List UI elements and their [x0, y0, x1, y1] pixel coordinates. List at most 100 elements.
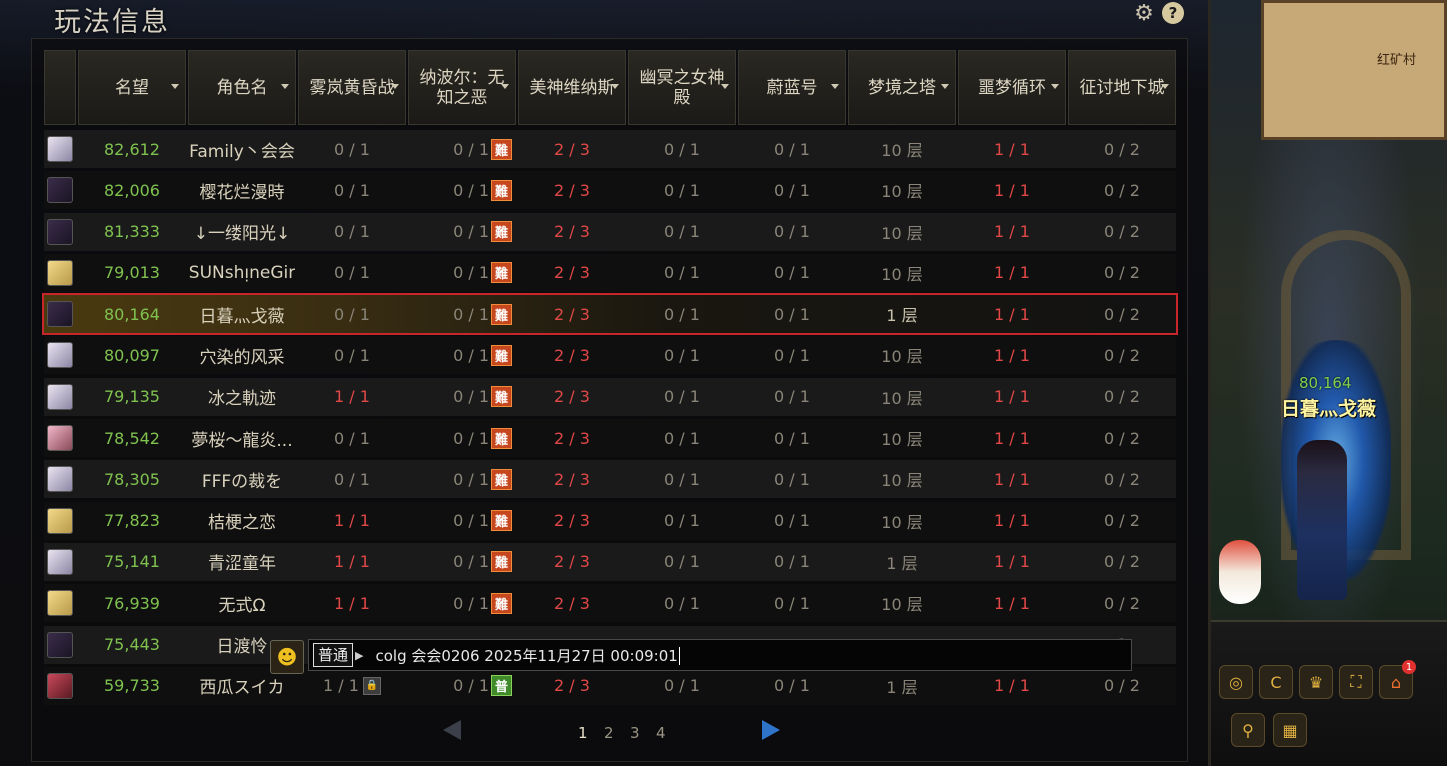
avatar: [47, 548, 73, 575]
minimap[interactable]: 红矿村: [1261, 0, 1447, 140]
table-row[interactable]: 81,333 ↓一缕阳光↓ 0 / 10 / 1難2 / 30 / 10 / 1 10…: [44, 212, 1176, 251]
chat-input[interactable]: 普通 ▶ colg 会会0206 2025年11月27日 00:09:01: [308, 639, 1132, 671]
table-row[interactable]: 79,013 SUNshᴉneGir 0 / 10 / 1難2 / 30 / 10 …: [44, 253, 1176, 292]
column-header-10[interactable]: 征讨地下城: [1068, 50, 1176, 125]
napole-cell: 0 / 1難: [408, 130, 516, 168]
chat-channel-button[interactable]: 普通: [313, 643, 354, 667]
next-page-icon[interactable]: [762, 720, 780, 740]
table-row[interactable]: 78,542 夢桜～龍炎... 0 / 10 / 1難2 / 30 / 10 / 1…: [44, 419, 1176, 458]
venus-value: 2 / 3: [554, 139, 590, 159]
fame-cell: 76,939: [78, 584, 186, 622]
column-header-3[interactable]: 雾岚黄昏战: [298, 50, 406, 125]
azure-value: 0 / 1: [774, 676, 810, 696]
sort-arrow-icon[interactable]: [281, 84, 289, 89]
napole-cell: 0 / 1難: [408, 213, 516, 251]
napole-value: 0 / 1: [453, 345, 489, 365]
sort-arrow-icon[interactable]: [941, 84, 949, 89]
currency-icon[interactable]: C: [1259, 665, 1293, 699]
dungeon-cell: 0 / 2: [1068, 336, 1176, 374]
help-icon[interactable]: ?: [1162, 2, 1184, 24]
napole-value: 0 / 1: [453, 676, 489, 696]
column-header-label: 名望: [115, 77, 149, 98]
mist-dusk-value: 0 / 1: [334, 180, 370, 200]
prev-page-icon[interactable]: [443, 720, 461, 740]
fullscreen-icon[interactable]: ⛶: [1339, 665, 1373, 699]
azure-cell: 0 / 1: [738, 295, 846, 333]
venus-cell: 2 / 3: [518, 295, 626, 333]
character-name: Family丶会会: [189, 141, 295, 162]
hud-panel: ◎ C ♛ ⛶ ⌂ 1 ⚲ ▦: [1211, 620, 1447, 766]
sort-arrow-icon[interactable]: [721, 84, 729, 89]
player-fame: 80,164: [1299, 374, 1352, 392]
table-row[interactable]: 76,939 无式Ω 1 / 10 / 1難2 / 30 / 10 / 1 10 层1…: [44, 584, 1176, 623]
table-row[interactable]: 78,305 FFFの裁を 0 / 10 / 1難2 / 30 / 10 / 1 10…: [44, 460, 1176, 499]
character-name: 西瓜スイカ: [199, 678, 285, 699]
target-icon[interactable]: ◎: [1219, 665, 1253, 699]
map-pin-icon[interactable]: ⚲: [1231, 713, 1265, 747]
column-header-7[interactable]: 蔚蓝号: [738, 50, 846, 125]
crown-icon[interactable]: ♛: [1299, 665, 1333, 699]
chat-channel-arrow-icon[interactable]: ▶: [355, 649, 363, 662]
chat-text[interactable]: colg 会会0206 2025年11月27日 00:09:01: [375, 645, 680, 666]
page-3[interactable]: 3: [630, 724, 640, 742]
fame-value: 59,733: [104, 676, 160, 696]
page-4[interactable]: 4: [656, 724, 666, 742]
azure-cell: 0 / 1: [738, 543, 846, 581]
calendar-icon[interactable]: ▦: [1273, 713, 1307, 747]
sort-arrow-icon[interactable]: [391, 84, 399, 89]
dungeon-cell: 0 / 2: [1068, 502, 1176, 540]
fame-value: 79,135: [104, 387, 160, 407]
column-header-8[interactable]: 梦境之塔: [848, 50, 956, 125]
sort-arrow-icon[interactable]: [1161, 84, 1169, 89]
nightmare-cell: 1 / 1: [958, 667, 1066, 705]
dream-tower-value: 10 层: [881, 141, 923, 160]
netherworld-value: 0 / 1: [664, 387, 700, 407]
table-row[interactable]: 77,823 桔梗之恋 1 / 10 / 1難2 / 30 / 10 / 1 10 层…: [44, 501, 1176, 540]
dungeon-cell: 0 / 2: [1068, 130, 1176, 168]
column-header-4[interactable]: 纳波尔：无知之恶: [408, 50, 516, 125]
column-header-6[interactable]: 幽冥之女神殿: [628, 50, 736, 125]
column-header-2[interactable]: 角色名: [188, 50, 296, 125]
sort-arrow-icon[interactable]: [831, 84, 839, 89]
venus-cell: 2 / 3: [518, 336, 626, 374]
table-row[interactable]: 82,612 Family丶会会 0 / 10 / 1難2 / 30 / 10 / …: [44, 130, 1176, 168]
table-row-selected[interactable]: 80,164 日暮灬戈薇 0 / 10 / 1難2 / 30 / 10 / 11 层…: [42, 293, 1178, 336]
napole-value: 0 / 1: [453, 304, 489, 324]
mist-dusk-cell: 0 / 1: [298, 171, 406, 209]
dream-tower-value: 10 层: [881, 264, 923, 284]
fame-value: 79,013: [104, 263, 160, 283]
avatar: [47, 301, 73, 328]
column-header-1[interactable]: 名望: [78, 50, 186, 125]
avatar-cell: [44, 213, 76, 251]
column-header-9[interactable]: 噩梦循环: [958, 50, 1066, 125]
table-row[interactable]: 79,135 冰之軌迹 1 / 10 / 1難2 / 30 / 10 / 1 10 层…: [44, 377, 1176, 416]
nightmare-value: 1 / 1: [994, 304, 1030, 324]
page-1[interactable]: 1: [578, 724, 588, 742]
fame-cell: 79,013: [78, 254, 186, 292]
name-cell: FFFの裁を: [188, 460, 296, 498]
table-row[interactable]: 59,733 西瓜スイカ 1 / 1 🔒 0 / 1普2 / 30 / 10 / 11 …: [44, 666, 1176, 705]
sort-arrow-icon[interactable]: [611, 84, 619, 89]
emoji-icon[interactable]: ☻: [270, 640, 304, 674]
column-header-5[interactable]: 美神维纳斯: [518, 50, 626, 125]
character-name: SUNshᴉneGir: [188, 262, 296, 283]
gear-icon[interactable]: ⚙: [1133, 1, 1155, 26]
table-row[interactable]: 82,006 樱花烂漫時 0 / 10 / 1難2 / 30 / 10 / 1 10 …: [44, 171, 1176, 210]
napole-value: 0 / 1: [453, 387, 489, 407]
venus-cell: 2 / 3: [518, 460, 626, 498]
table-row[interactable]: 75,141 青涩童年 1 / 10 / 1難2 / 30 / 10 / 11 层1…: [44, 542, 1176, 581]
fame-cell: 80,097: [78, 336, 186, 374]
table-row[interactable]: 80,097 穴染的风采 0 / 10 / 1難2 / 30 / 10 / 1 10 …: [44, 336, 1176, 375]
sort-arrow-icon[interactable]: [501, 84, 509, 89]
fame-cell: 78,542: [78, 419, 186, 457]
dream-tower-value: 10 层: [881, 182, 923, 202]
activity-info-panel: 玩法信息 ⚙ ? 名望 角色名 雾岚黄昏战 纳波尔：无知之恶 美神维纳斯 幽冥之女神殿 蔚蓝…: [0, 0, 1211, 766]
azure-cell: 0 / 1: [738, 254, 846, 292]
dream-tower-value: 10 层: [881, 512, 923, 532]
house-icon[interactable]: ⌂ 1: [1379, 660, 1416, 699]
sort-arrow-icon[interactable]: [1051, 84, 1059, 89]
player-character[interactable]: [1297, 440, 1347, 600]
sort-arrow-icon[interactable]: [171, 84, 179, 89]
page-2[interactable]: 2: [604, 724, 614, 742]
dream-tower-cell: 10 层: [848, 213, 956, 251]
